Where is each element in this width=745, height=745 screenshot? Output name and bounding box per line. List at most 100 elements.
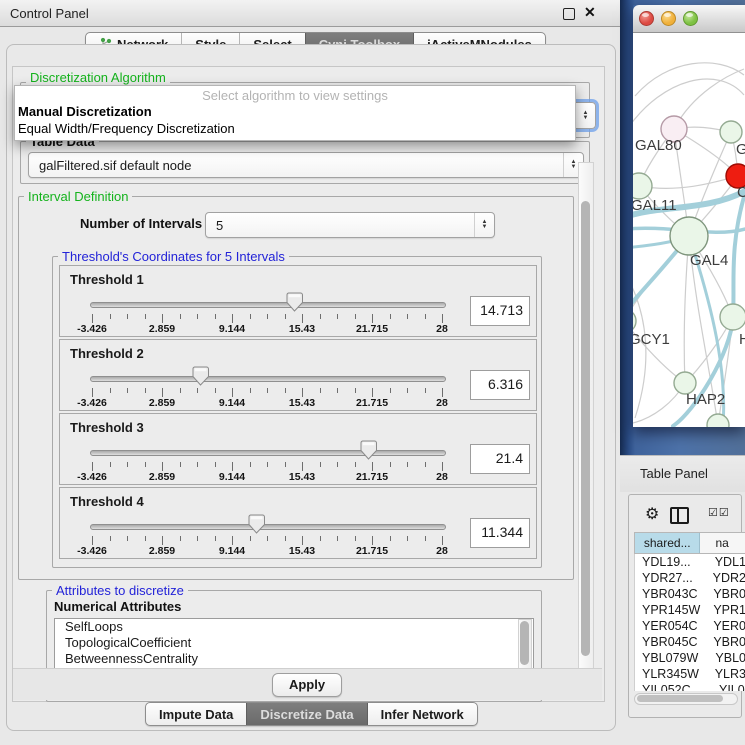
- apply-button[interactable]: Apply: [272, 673, 342, 697]
- zoom-traffic-light-icon[interactable]: [683, 11, 698, 26]
- cell-shared-name: YBR043C: [635, 586, 706, 602]
- threshold-slider-track[interactable]: [90, 376, 446, 382]
- table-row[interactable]: YER054CYER0: [635, 618, 745, 634]
- network-node-gcy1[interactable]: [633, 309, 636, 333]
- pane-scrollbar[interactable]: [578, 162, 594, 669]
- table-row[interactable]: YLR345WYLR3: [635, 666, 745, 682]
- cell-name: YER0: [706, 618, 745, 634]
- threshold-slider-handle[interactable]: [248, 514, 265, 534]
- columns-icon[interactable]: [670, 507, 689, 524]
- threshold-value-field[interactable]: 6.316: [470, 370, 530, 400]
- table-row[interactable]: YBR043CYBR0: [635, 586, 745, 602]
- slider-tick: [442, 536, 443, 545]
- slider-tick: [390, 388, 391, 393]
- threshold-label: Threshold 1: [70, 272, 144, 287]
- slider-tick: [407, 314, 408, 319]
- network-canvas[interactable]: GAL80GACGAL11GAL4GCY1HHAP2: [633, 33, 745, 427]
- slider-tick: [442, 314, 443, 323]
- cell-shared-name: YER054C: [635, 618, 706, 634]
- tab-infer-network[interactable]: Infer Network: [367, 703, 477, 725]
- network-node[interactable]: [707, 414, 729, 427]
- gear-icon[interactable]: ⚙: [645, 504, 659, 524]
- minimize-traffic-light-icon[interactable]: [661, 11, 676, 26]
- control-panel-titlebar: Control Panel ✕: [0, 0, 622, 27]
- network-node-gal4[interactable]: [670, 217, 708, 255]
- attributes-list-scrollbar[interactable]: [518, 619, 532, 669]
- table-row[interactable]: YIL052CYIL0: [635, 682, 745, 691]
- cell-name: YIL0: [712, 682, 745, 691]
- threshold-slider-handle[interactable]: [360, 440, 377, 460]
- discretization-algorithm-title: Discretization Algorithm: [26, 70, 170, 85]
- table-row[interactable]: YDR27...YDR2: [635, 570, 745, 586]
- close-traffic-light-icon[interactable]: [639, 11, 654, 26]
- tab-discretize-data[interactable]: Discretize Data: [246, 703, 366, 725]
- cell-name: YBR0: [706, 586, 745, 602]
- threshold-value-field[interactable]: 14.713: [470, 296, 530, 326]
- table-data-combo[interactable]: galFiltered.sif default node ▲ ▼: [28, 152, 584, 178]
- combo-arrows-icon: ▲ ▼: [575, 103, 595, 128]
- slider-tick-label: 9.144: [219, 545, 245, 557]
- column-header-name[interactable]: na: [700, 533, 745, 553]
- table-header-row: shared... na: [634, 532, 745, 554]
- slider-tick: [162, 388, 163, 397]
- num-intervals-value: 5: [216, 218, 223, 233]
- table-hscrollbar[interactable]: [634, 693, 738, 705]
- network-node-h[interactable]: [720, 304, 745, 330]
- cell-shared-name: YPR145W: [635, 602, 706, 618]
- slider-tick: [215, 462, 216, 467]
- combo-down-icon: ▼: [482, 225, 488, 230]
- table-row[interactable]: YDL19...YDL1: [635, 554, 745, 570]
- slider-tick: [425, 314, 426, 319]
- attribute-list-item[interactable]: SelfLoops: [55, 619, 533, 635]
- select-columns-icon[interactable]: ☑☑: [708, 506, 730, 519]
- threshold-value-field[interactable]: 21.4: [470, 444, 530, 474]
- cell-name: YBL0: [708, 650, 745, 666]
- slider-tick: [162, 536, 163, 545]
- float-window-icon[interactable]: [563, 8, 575, 20]
- cell-name: YLR3: [708, 666, 745, 682]
- threshold-slider-handle[interactable]: [286, 292, 303, 312]
- slider-tick: [197, 462, 198, 467]
- bottom-tab-bar: Impute DataDiscretize DataInfer Network: [145, 702, 478, 726]
- slider-tick: [425, 388, 426, 393]
- slider-tick: [407, 536, 408, 541]
- threshold-slider-track[interactable]: [90, 302, 446, 308]
- algorithm-option-manual-discretization[interactable]: Manual Discretization: [15, 103, 575, 120]
- table-row[interactable]: YBR045CYBR0: [635, 634, 745, 650]
- attributes-list-scrollbar-thumb[interactable]: [520, 621, 529, 665]
- threshold-slider-track[interactable]: [90, 450, 446, 456]
- threshold-slider-track[interactable]: [90, 524, 446, 530]
- threshold-slider-handle[interactable]: [192, 366, 209, 386]
- attribute-list-item[interactable]: BetweennessCentrality: [55, 651, 533, 667]
- pane-scrollbar-thumb[interactable]: [581, 201, 590, 656]
- attribute-list-item[interactable]: TopologicalCoefficient: [55, 635, 533, 651]
- table-row[interactable]: YBL079WYBL0: [635, 650, 745, 666]
- slider-tick: [180, 388, 181, 393]
- threshold-row-1: Threshold 1-3.4262.8599.14415.4321.71528…: [59, 265, 537, 337]
- slider-tick: [215, 536, 216, 541]
- cell-shared-name: YBL079W: [635, 650, 708, 666]
- network-node-ga[interactable]: [720, 121, 742, 143]
- algorithm-option-equal-width-frequency-discretization[interactable]: Equal Width/Frequency Discretization: [15, 120, 575, 137]
- slider-tick: [390, 536, 391, 541]
- threshold-value-field[interactable]: 11.344: [470, 518, 530, 548]
- slider-tick-label: 15.43: [289, 471, 315, 483]
- close-icon[interactable]: ✕: [584, 4, 596, 21]
- network-window: GAL80GACGAL11GAL4GCY1HHAP2: [633, 5, 745, 427]
- table-hscrollbar-thumb[interactable]: [637, 695, 723, 702]
- network-node-gal11[interactable]: [633, 173, 652, 199]
- slider-tick: [355, 536, 356, 541]
- slider-tick: [442, 462, 443, 471]
- slider-tick: [407, 462, 408, 467]
- table-row[interactable]: YPR145WYPR1: [635, 602, 745, 618]
- column-header-shared-name[interactable]: shared...: [634, 533, 700, 553]
- tab-impute-data[interactable]: Impute Data: [146, 703, 246, 725]
- node-label: GAL80: [635, 137, 682, 154]
- table-rows: YDL19...YDL1YDR27...YDR2YBR043CYBR0YPR14…: [634, 554, 745, 691]
- slider-tick: [320, 462, 321, 467]
- num-intervals-combo[interactable]: 5 ▲ ▼: [205, 212, 495, 238]
- slider-tick: [337, 388, 338, 393]
- combo-down-icon: ▼: [571, 165, 577, 170]
- cell-name: YBR0: [706, 634, 745, 650]
- slider-tick: [267, 314, 268, 319]
